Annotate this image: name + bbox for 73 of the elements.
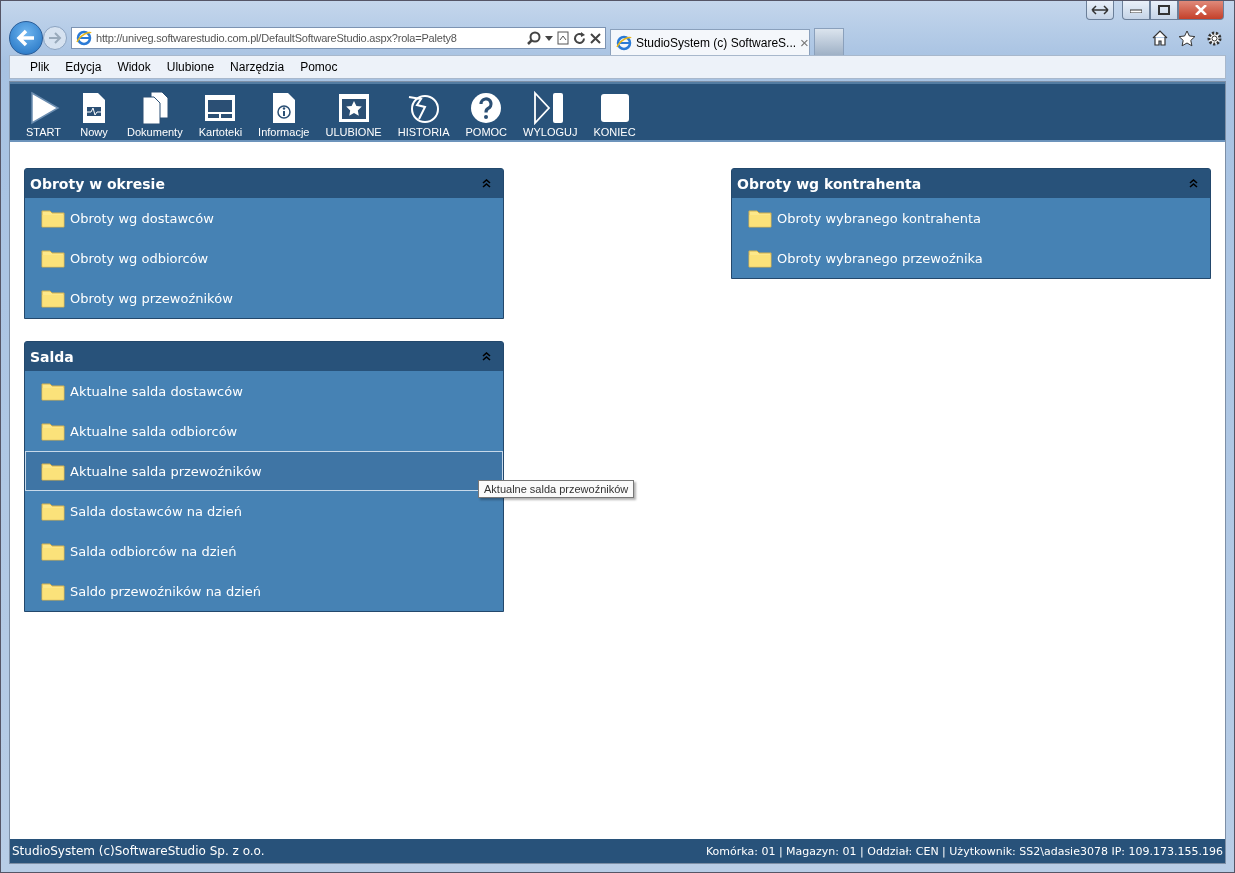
- tooltip: Aktualne salda przewoźników: [478, 480, 635, 498]
- panel-link[interactable]: Obroty wg dostawców: [25, 198, 503, 238]
- menu-item[interactable]: Pomoc: [292, 60, 346, 74]
- back-button[interactable]: [9, 21, 43, 55]
- folder-icon: [41, 581, 65, 601]
- collapse-icon[interactable]: [482, 352, 491, 361]
- close-icon: [1195, 5, 1207, 15]
- copyright-text: StudioSystem (c)SoftwareStudio Sp. z o.o.: [12, 844, 265, 858]
- menu-item[interactable]: Widok: [109, 60, 159, 74]
- compatibility-icon[interactable]: [557, 31, 569, 45]
- panel-link[interactable]: Obroty wg odbiorców: [25, 238, 503, 278]
- toolbar-button[interactable]: Dokumenty: [119, 91, 191, 138]
- settings-icon[interactable]: [1206, 29, 1223, 47]
- folder-icon: [41, 461, 65, 481]
- help-icon: [469, 91, 504, 125]
- folder-icon: [41, 381, 65, 401]
- panel-link[interactable]: Obroty wybranego przewoźnika: [732, 238, 1210, 278]
- folder-icon: [748, 248, 772, 268]
- close-button[interactable]: [1178, 1, 1224, 20]
- forward-arrow-icon: [48, 32, 62, 44]
- maximize-button[interactable]: [1150, 1, 1178, 20]
- minimize-button[interactable]: [1122, 1, 1150, 20]
- folder-icon: [41, 501, 65, 521]
- address-field[interactable]: http://univeg.softwarestudio.com.pl/DefaultSoftwareStudio.aspx?rola=Palety8: [71, 27, 606, 49]
- browser-logo-icon: [76, 30, 92, 46]
- tab-close-button[interactable]: ×: [800, 34, 809, 51]
- star-icon[interactable]: [1178, 29, 1196, 47]
- stop-icon[interactable]: [590, 32, 601, 44]
- folder-icon: [41, 541, 65, 561]
- toolbar-button[interactable]: Informacje: [250, 91, 318, 138]
- browser-tab[interactable]: StudioSystem (c) SoftwareS... ×: [610, 29, 810, 55]
- menu-item[interactable]: Narzędzia: [222, 60, 293, 74]
- tab-title: StudioSystem (c) SoftwareS...: [636, 35, 797, 50]
- collapse-icon[interactable]: [1189, 179, 1198, 188]
- toolbar-button[interactable]: ULUBIONE: [317, 91, 390, 138]
- panel-link[interactable]: Aktualne salda odbiorców: [25, 411, 503, 451]
- refresh-icon[interactable]: [573, 31, 586, 45]
- menu-item[interactable]: Edycja: [57, 60, 110, 74]
- panel-title: Salda: [30, 348, 74, 365]
- panel-title: Obroty w okresie: [30, 175, 165, 192]
- folder-icon: [41, 421, 65, 441]
- toolbar-button[interactable]: START: [18, 91, 70, 138]
- panel-link[interactable]: Salda odbiorców na dzień: [25, 531, 503, 571]
- toolbar-button[interactable]: KONIEC: [585, 91, 644, 138]
- panel-link[interactable]: Obroty wybranego kontrahenta: [732, 198, 1210, 238]
- folder-icon: [41, 288, 65, 308]
- session-info: Komórka: 01 | Magazyn: 01 | Oddział: CEN | Użytkownik: SS2\adasie3078 IP: 109.173.155.196: [705, 844, 1223, 858]
- collapse-icon[interactable]: [482, 179, 491, 188]
- star-window-icon: [336, 91, 371, 125]
- panel-link[interactable]: Aktualne salda dostawców: [25, 371, 503, 411]
- folder-icon: [41, 248, 65, 268]
- folder-icon: [748, 208, 772, 228]
- menu-item[interactable]: Plik: [22, 60, 58, 74]
- back-arrow-icon: [16, 29, 36, 47]
- folder-icon: [41, 208, 65, 228]
- panel-link[interactable]: Obroty wg przewoźników: [25, 278, 503, 318]
- panel-title: Obroty wg kontrahenta: [737, 175, 922, 192]
- resize-button[interactable]: [1086, 1, 1114, 20]
- browser-logo-icon: [616, 34, 632, 51]
- toolbar-button[interactable]: POMOC: [457, 91, 516, 138]
- menu-item[interactable]: Ulubione: [158, 60, 223, 74]
- home-icon[interactable]: [1152, 30, 1168, 46]
- minimize-icon: [1130, 7, 1142, 13]
- panel-link[interactable]: Saldo przewoźników na dzień: [25, 571, 503, 611]
- toolbar-button[interactable]: Nowy: [69, 91, 120, 138]
- url-text: http://univeg.softwarestudio.com.pl/DefaultSoftwareStudio.aspx?rola=Palety8: [96, 32, 458, 44]
- toolbar-button[interactable]: HISTORIA: [389, 91, 458, 138]
- toolbar-button[interactable]: Kartoteki: [190, 91, 251, 138]
- search-icon[interactable]: [527, 31, 541, 45]
- toolbar-button[interactable]: WYLOGUJ: [515, 91, 586, 138]
- double-arrow-icon: [1091, 5, 1109, 15]
- maximize-icon: [1158, 5, 1170, 15]
- dropdown-icon[interactable]: [545, 35, 553, 41]
